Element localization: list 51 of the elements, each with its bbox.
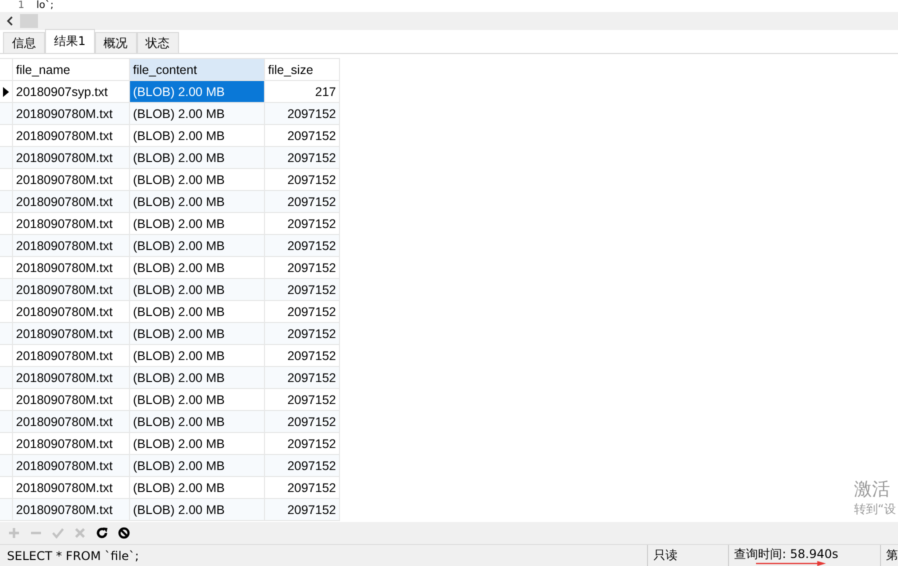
table-cell: 2018090780M.txt (12, 410, 130, 432)
table-cell: (BLOB) 2.00 MB (130, 322, 264, 344)
code-line: lo`; (36, 0, 54, 12)
table-cell: 2097152 (264, 322, 340, 344)
table-cell: 2097152 (264, 234, 340, 256)
table-cell: 2018090780M.txt (12, 498, 130, 520)
tab[interactable]: 概况 (94, 32, 137, 53)
table-cell: 2018090780M.txt (12, 454, 130, 476)
table-cell: (BLOB) 2.00 MB (130, 190, 264, 212)
table-cell: 2097152 (264, 366, 340, 388)
table-cell: (BLOB) 2.00 MB (130, 498, 264, 520)
scroll-left-icon[interactable] (6, 16, 14, 26)
table-cell: 2018090780M.txt (12, 366, 130, 388)
table-cell: 2018090780M.txt (12, 234, 130, 256)
table-cell: (BLOB) 2.00 MB (130, 80, 264, 102)
column-header[interactable]: file_name (12, 58, 130, 80)
scrollbar-thumb[interactable] (20, 14, 38, 28)
table-cell: 2097152 (264, 190, 340, 212)
tab[interactable]: 信息 (3, 32, 45, 53)
stop-icon[interactable] (118, 527, 130, 539)
activation-title: 激活 (854, 478, 891, 501)
tab[interactable]: 结果1 (45, 29, 95, 53)
table-cell: (BLOB) 2.00 MB (130, 102, 264, 124)
table-cell: (BLOB) 2.00 MB (130, 146, 264, 168)
query-time: 查询时间: 58.940s (734, 547, 838, 561)
table-cell: 2018090780M.txt (12, 146, 130, 168)
column-header[interactable]: file_content (130, 58, 264, 80)
table-cell: (BLOB) 2.00 MB (130, 234, 264, 256)
table-cell: 2097152 (264, 410, 340, 432)
table-cell: 2097152 (264, 102, 340, 124)
tab[interactable]: 状态 (136, 32, 179, 53)
activation-hint: 转到“设 (854, 501, 896, 518)
table-cell: 2097152 (264, 278, 340, 300)
table-cell: 2097152 (264, 146, 340, 168)
refresh-icon[interactable] (96, 527, 108, 539)
record-status: 第 (880, 545, 898, 566)
table-cell: (BLOB) 2.00 MB (130, 454, 264, 476)
column-header[interactable]: file_size (264, 58, 340, 80)
table-cell: (BLOB) 2.00 MB (130, 278, 264, 300)
table-cell: (BLOB) 2.00 MB (130, 410, 264, 432)
table-cell: (BLOB) 2.00 MB (130, 366, 264, 388)
table-cell: 2097152 (264, 454, 340, 476)
table-cell: 2018090780M.txt (12, 322, 130, 344)
table-cell: 2097152 (264, 498, 340, 520)
sql-statement: SELECT * FROM `file`; (6, 548, 140, 562)
table-cell: 2018090780M.txt (12, 102, 130, 124)
table-cell: 2018090780M.txt (12, 190, 130, 212)
table-cell: 2018090780M.txt (12, 278, 130, 300)
read-only-status: 只读 (647, 545, 728, 566)
line-number: 1 (18, 0, 24, 12)
current-row-icon (3, 86, 9, 96)
